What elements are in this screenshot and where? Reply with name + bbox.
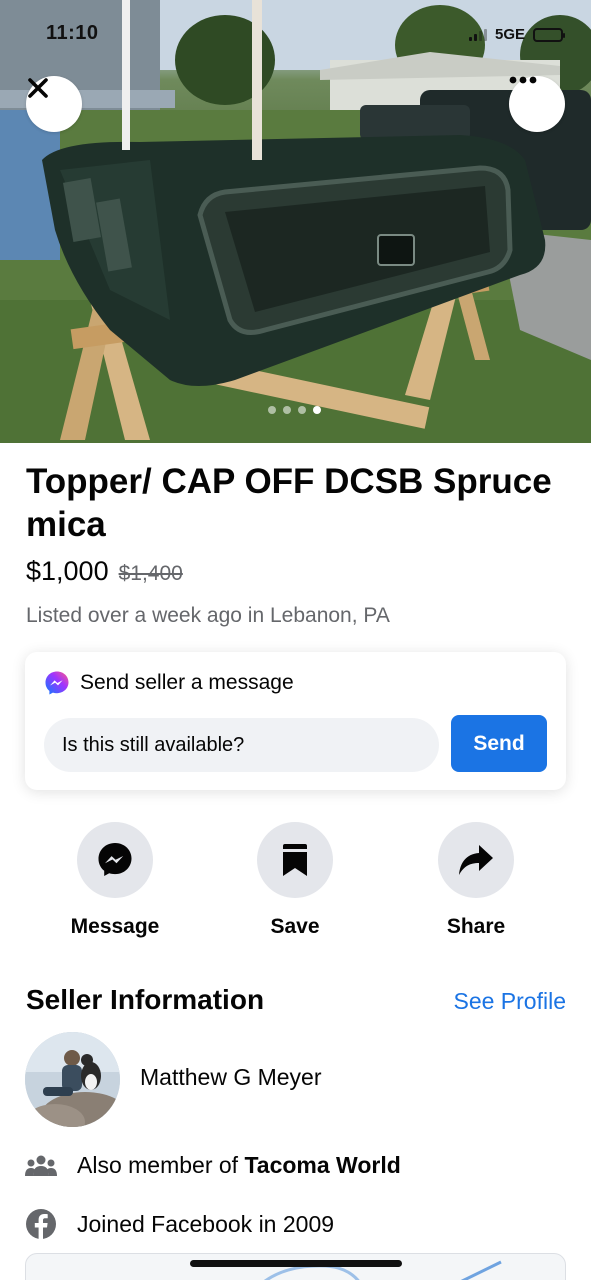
message-input[interactable]: Is this still available?: [44, 718, 439, 772]
group-icon: [25, 1155, 57, 1176]
photo-dot: [268, 406, 276, 414]
save-button[interactable]: [257, 822, 333, 898]
share-action-label: Share: [446, 915, 506, 938]
message-button[interactable]: [77, 822, 153, 898]
battery-icon: [533, 27, 565, 42]
group-membership-row: Also member of Tacoma World: [25, 1152, 401, 1179]
more-options-button[interactable]: [509, 76, 565, 132]
photo-dot: [283, 406, 291, 414]
message-card-header: Send seller a message: [44, 670, 294, 696]
seller-avatar[interactable]: [25, 1032, 120, 1127]
share-icon: [459, 845, 493, 875]
bookmark-icon: [283, 844, 307, 876]
status-time: 11:10: [46, 22, 99, 44]
see-profile-link[interactable]: See Profile: [453, 988, 566, 1015]
message-action[interactable]: Message: [45, 822, 185, 939]
group-membership-prefix: Also member of: [77, 1152, 245, 1178]
message-card-heading: Send seller a message: [80, 671, 294, 694]
joined-facebook-row: Joined Facebook in 2009: [25, 1208, 334, 1240]
network-label: 5GE: [494, 26, 525, 43]
status-icons: 5GE: [468, 26, 565, 43]
send-message-card: Send seller a message Is this still avai…: [25, 652, 566, 790]
joined-facebook-text: Joined Facebook in 2009: [77, 1210, 335, 1237]
close-button[interactable]: [26, 76, 82, 132]
share-action[interactable]: Share: [406, 822, 546, 939]
save-action[interactable]: Save: [225, 822, 365, 939]
photo-page-indicator: [268, 406, 321, 414]
avatar-photo: [25, 1032, 120, 1127]
home-indicator: [190, 1260, 402, 1267]
map-icon: [264, 1260, 502, 1280]
listing-photo[interactable]: 11:10 5GE: [0, 0, 591, 443]
group-membership-text: Also member of Tacoma World: [77, 1152, 401, 1179]
send-button[interactable]: Send: [451, 715, 547, 772]
facebook-icon: [26, 1209, 56, 1239]
original-price: $1,400: [118, 562, 183, 585]
messenger-logo-icon: [45, 671, 69, 695]
seller-name[interactable]: Matthew G Meyer: [140, 1064, 322, 1091]
message-action-label: Message: [70, 915, 160, 938]
status-bar: 11:10 5GE: [0, 0, 591, 70]
signal-icon: [468, 28, 487, 41]
action-buttons: Message Save Share: [0, 822, 591, 942]
listing-price: $1,000: [26, 556, 109, 586]
price-row: $1,000 $1,400: [26, 556, 183, 587]
more-icon: [509, 76, 537, 84]
messenger-icon: [98, 843, 132, 876]
save-action-label: Save: [270, 915, 320, 938]
listed-location: Listed over a week ago in Lebanon, PA: [26, 604, 390, 627]
share-button[interactable]: [438, 822, 514, 898]
photo-dot-active: [313, 406, 321, 414]
group-name[interactable]: Tacoma World: [244, 1152, 400, 1178]
photo-dot: [298, 406, 306, 414]
seller-info-heading: Seller Information: [26, 984, 265, 1015]
close-icon: [28, 78, 48, 98]
listing-title: Topper/ CAP OFF DCSB Spruce mica: [26, 462, 552, 544]
